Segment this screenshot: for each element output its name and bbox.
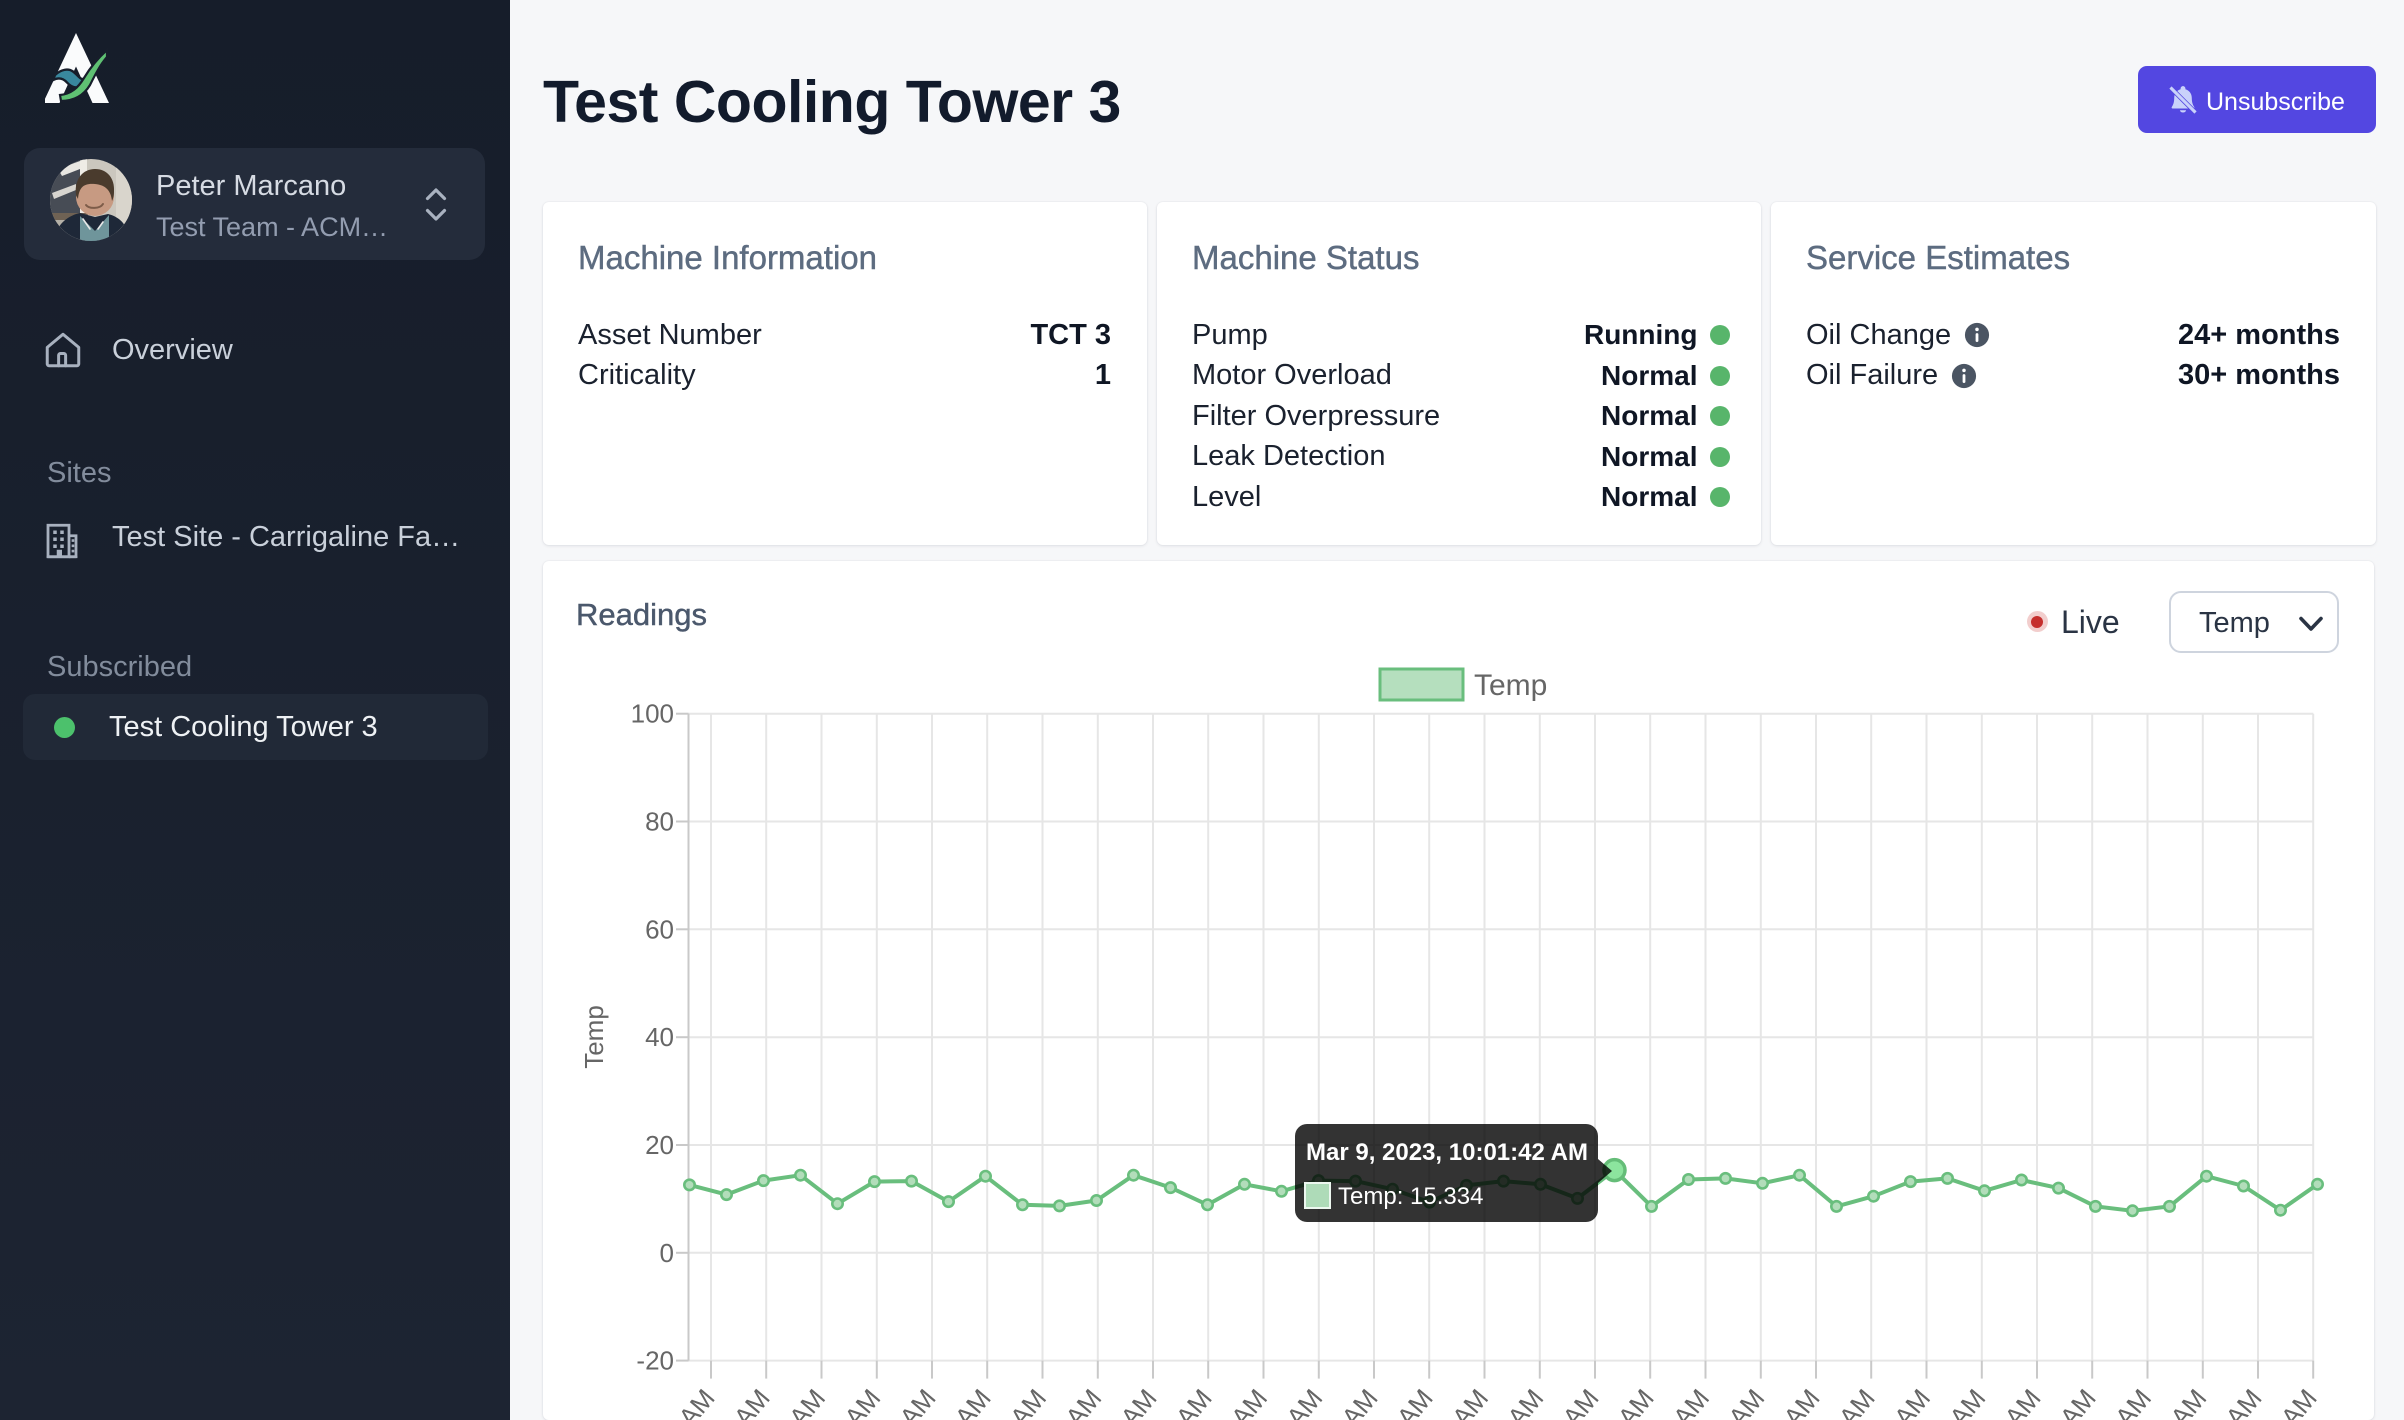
svg-text:Temp: Temp bbox=[1474, 669, 1547, 702]
svg-text:40: 40 bbox=[645, 1022, 674, 1052]
svg-text:AM: AM bbox=[2054, 1383, 2102, 1420]
svg-text:AM: AM bbox=[1336, 1383, 1384, 1420]
svg-text:100: 100 bbox=[631, 699, 674, 729]
svg-text:Temp: Temp bbox=[579, 1005, 609, 1069]
svg-text:AM: AM bbox=[1501, 1383, 1549, 1420]
svg-text:AM: AM bbox=[1722, 1383, 1770, 1420]
svg-text:20: 20 bbox=[645, 1130, 674, 1160]
svg-text:AM: AM bbox=[2164, 1383, 2212, 1420]
svg-text:AM: AM bbox=[1225, 1383, 1273, 1420]
svg-text:AM: AM bbox=[1115, 1383, 1163, 1420]
svg-text:AM: AM bbox=[1999, 1383, 2047, 1420]
svg-text:AM: AM bbox=[1004, 1383, 1052, 1420]
svg-text:AM: AM bbox=[2109, 1383, 2157, 1420]
svg-text:AM: AM bbox=[1557, 1383, 1605, 1420]
svg-text:AM: AM bbox=[1059, 1383, 1107, 1420]
svg-text:0: 0 bbox=[660, 1238, 674, 1268]
svg-text:AM: AM bbox=[1833, 1383, 1881, 1420]
svg-text:Temp: 15.334: Temp: 15.334 bbox=[1338, 1183, 1483, 1210]
svg-text:AM: AM bbox=[1170, 1383, 1218, 1420]
svg-text:AM: AM bbox=[1778, 1383, 1826, 1420]
svg-text:AM: AM bbox=[894, 1383, 942, 1420]
svg-text:AM: AM bbox=[1888, 1383, 1936, 1420]
svg-text:AM: AM bbox=[838, 1383, 886, 1420]
svg-text:AM: AM bbox=[783, 1383, 831, 1420]
svg-text:AM: AM bbox=[1667, 1383, 1715, 1420]
svg-text:60: 60 bbox=[645, 914, 674, 944]
svg-text:AM: AM bbox=[2275, 1383, 2323, 1420]
svg-text:AM: AM bbox=[1391, 1383, 1439, 1420]
svg-text:AM: AM bbox=[949, 1383, 997, 1420]
svg-text:AM: AM bbox=[1446, 1383, 1494, 1420]
svg-text:AM: AM bbox=[728, 1383, 776, 1420]
svg-text:AM: AM bbox=[673, 1383, 721, 1420]
svg-text:AM: AM bbox=[2220, 1383, 2268, 1420]
svg-text:AM: AM bbox=[1943, 1383, 1991, 1420]
svg-text:AM: AM bbox=[1280, 1383, 1328, 1420]
svg-text:-20: -20 bbox=[636, 1346, 674, 1376]
svg-text:80: 80 bbox=[645, 807, 674, 837]
svg-text:AM: AM bbox=[1612, 1383, 1660, 1420]
svg-text:Mar 9, 2023, 10:01:42 AM: Mar 9, 2023, 10:01:42 AM bbox=[1306, 1139, 1588, 1166]
